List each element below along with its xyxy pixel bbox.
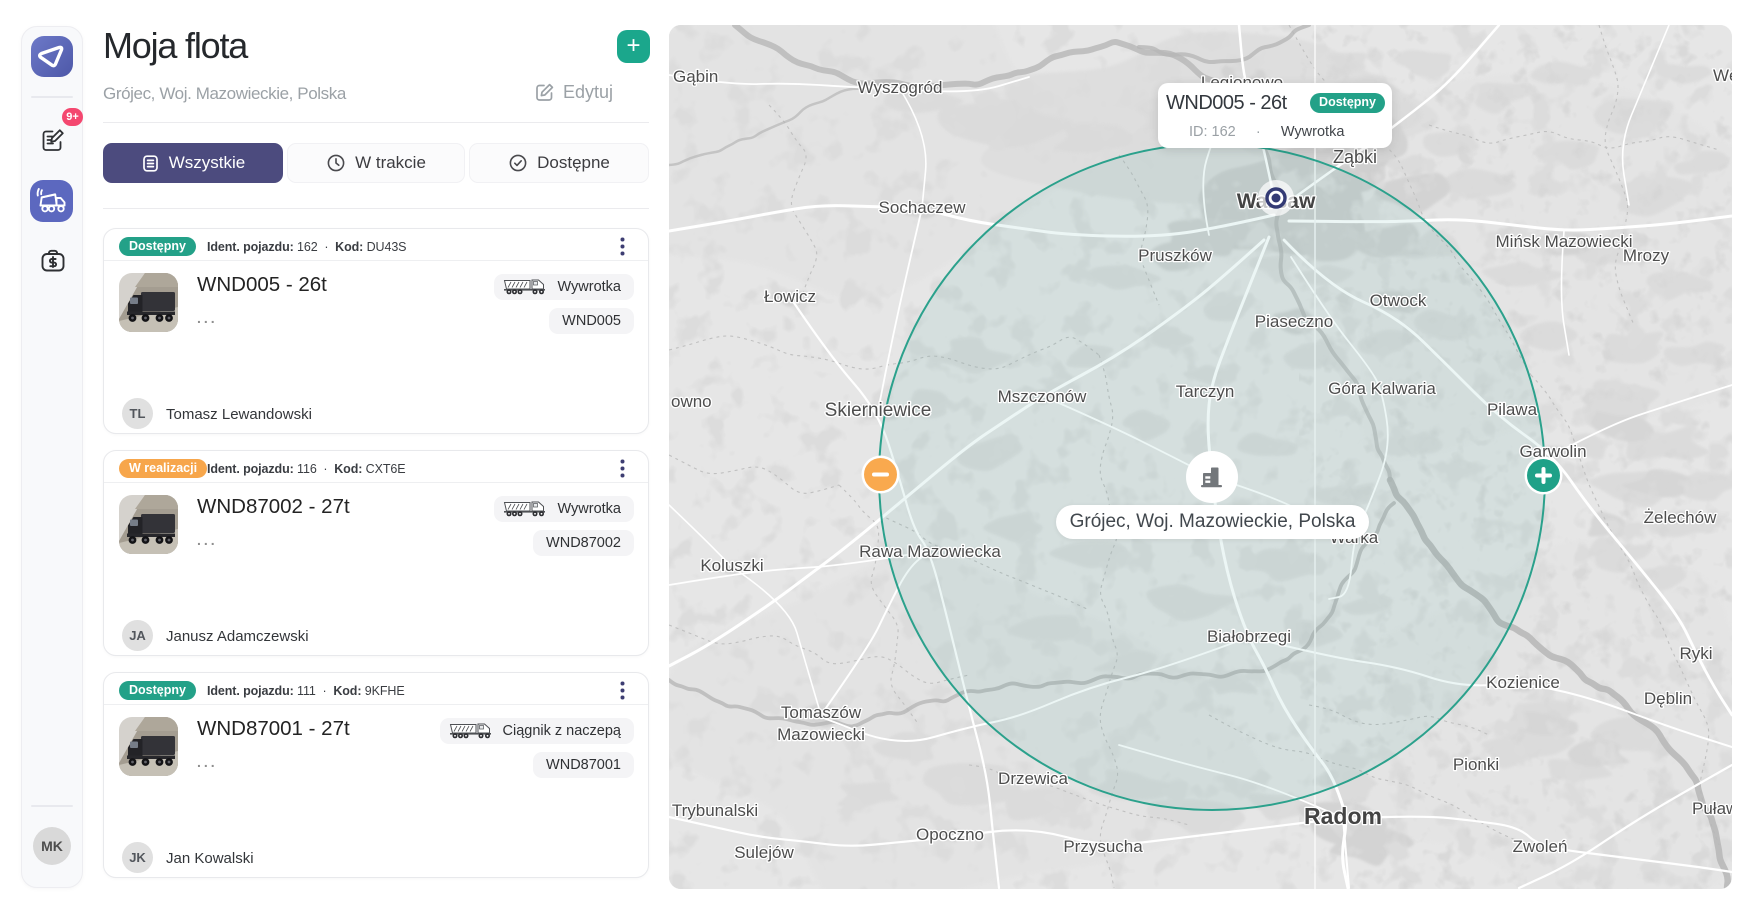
svg-text:Otwock: Otwock	[1370, 291, 1427, 310]
svg-text:Mrozy: Mrozy	[1623, 246, 1670, 265]
svg-text:Puławy: Puławy	[1692, 799, 1732, 818]
svg-text:Garwolin: Garwolin	[1519, 442, 1586, 461]
svg-text:Żelechów: Żelechów	[1644, 508, 1717, 527]
svg-text:Tarczyn: Tarczyn	[1176, 382, 1235, 401]
svg-text:Mszczonów: Mszczonów	[998, 387, 1088, 406]
svg-text:Białobrzegi: Białobrzegi	[1207, 627, 1291, 646]
svg-text:Sulejów: Sulejów	[734, 843, 794, 862]
svg-text:Mińsk Mazowiecki: Mińsk Mazowiecki	[1496, 232, 1633, 251]
svg-text:Drzewica: Drzewica	[998, 769, 1068, 788]
svg-text:Zwoleń: Zwoleń	[1513, 837, 1568, 856]
svg-text:Koluszki: Koluszki	[700, 556, 763, 575]
svg-text:owno: owno	[671, 392, 712, 411]
svg-text:Opoczno: Opoczno	[916, 825, 984, 844]
svg-text:Wyszogród: Wyszogród	[858, 78, 943, 97]
svg-text:Radom: Radom	[1304, 803, 1382, 829]
svg-text:Kozienice: Kozienice	[1486, 673, 1560, 692]
svg-text:Przysucha: Przysucha	[1063, 837, 1143, 856]
svg-text:Ryki: Ryki	[1679, 644, 1712, 663]
svg-text:Tomaszów: Tomaszów	[781, 703, 862, 722]
svg-text:Sochaczew: Sochaczew	[879, 198, 967, 217]
svg-text:Pruszków: Pruszków	[1138, 246, 1212, 265]
svg-text:Rawa Mazowiecka: Rawa Mazowiecka	[859, 542, 1001, 561]
svg-text:Piaseczno: Piaseczno	[1255, 312, 1333, 331]
svg-text:Ząbki: Ząbki	[1333, 147, 1377, 167]
svg-text:Węgrów: Węgrów	[1713, 66, 1732, 85]
svg-text:Pionki: Pionki	[1453, 755, 1499, 774]
svg-text:Mazowiecki: Mazowiecki	[777, 725, 865, 744]
svg-text:Łowicz: Łowicz	[764, 287, 816, 306]
svg-text:Góra Kalwaria: Góra Kalwaria	[1328, 379, 1436, 398]
svg-text:Gąbin: Gąbin	[673, 67, 718, 86]
svg-text:Pilawa: Pilawa	[1487, 400, 1538, 419]
svg-text:Trybunalski: Trybunalski	[672, 801, 758, 820]
svg-text:Skierniewice: Skierniewice	[825, 400, 932, 421]
svg-text:Dęblin: Dęblin	[1644, 689, 1692, 708]
